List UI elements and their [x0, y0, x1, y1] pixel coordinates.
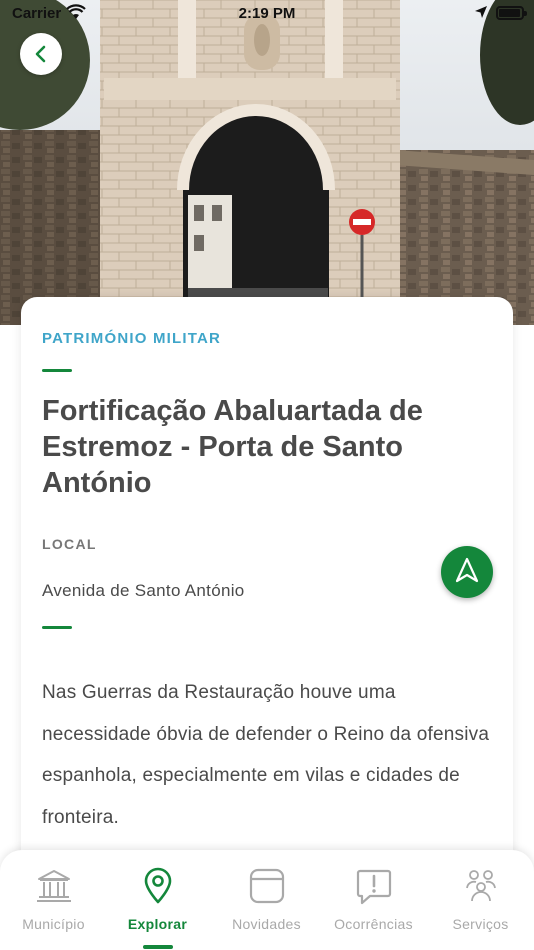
gate-photo-illustration	[0, 0, 534, 325]
tab-label: Ocorrências	[334, 916, 413, 932]
status-time: 2:19 PM	[238, 5, 296, 22]
battery-icon	[496, 6, 527, 20]
bottom-tab-bar: Município Explorar Novidades Ocorrências…	[0, 850, 534, 950]
tab-explorar[interactable]: Explorar	[104, 850, 211, 950]
tab-label: Explorar	[127, 916, 188, 932]
navigate-button[interactable]	[441, 546, 493, 598]
tab-label: Serviços	[452, 916, 509, 932]
description-text: Nas Guerras da Restauração houve uma nec…	[42, 682, 490, 828]
location-arrow-icon	[474, 5, 488, 19]
back-button[interactable]	[20, 33, 62, 75]
category-label: PATRIMÓNIO MILITAR	[42, 330, 222, 347]
tab-label: Município	[22, 916, 85, 932]
local-label: LOCAL	[42, 536, 97, 552]
tab-servicos[interactable]: Serviços	[427, 850, 534, 950]
alert-message-icon	[354, 866, 394, 906]
building-columns-icon	[34, 866, 74, 906]
accent-divider	[42, 369, 72, 372]
tab-novidades[interactable]: Novidades	[213, 850, 320, 950]
chevron-left-icon	[32, 45, 50, 63]
news-card-icon	[247, 866, 287, 906]
page-title: Fortificação Abaluartada de Estremoz - P…	[42, 395, 423, 499]
map-pin-icon	[138, 866, 178, 906]
status-bar: Carrier 2:19 PM	[0, 0, 534, 28]
tab-municipio[interactable]: Município	[0, 850, 107, 950]
people-group-icon	[461, 866, 501, 906]
hero-photo: Carrier 2:19 PM	[0, 0, 534, 325]
active-tab-indicator	[142, 945, 173, 949]
accent-divider	[42, 626, 72, 629]
tab-label: Novidades	[232, 916, 301, 932]
address-text: Avenida de Santo António	[42, 581, 245, 600]
navigation-arrow-icon	[455, 557, 479, 588]
tab-ocorrencias[interactable]: Ocorrências	[320, 850, 427, 950]
detail-card: PATRIMÓNIO MILITAR Fortificação Abaluart…	[21, 297, 513, 917]
